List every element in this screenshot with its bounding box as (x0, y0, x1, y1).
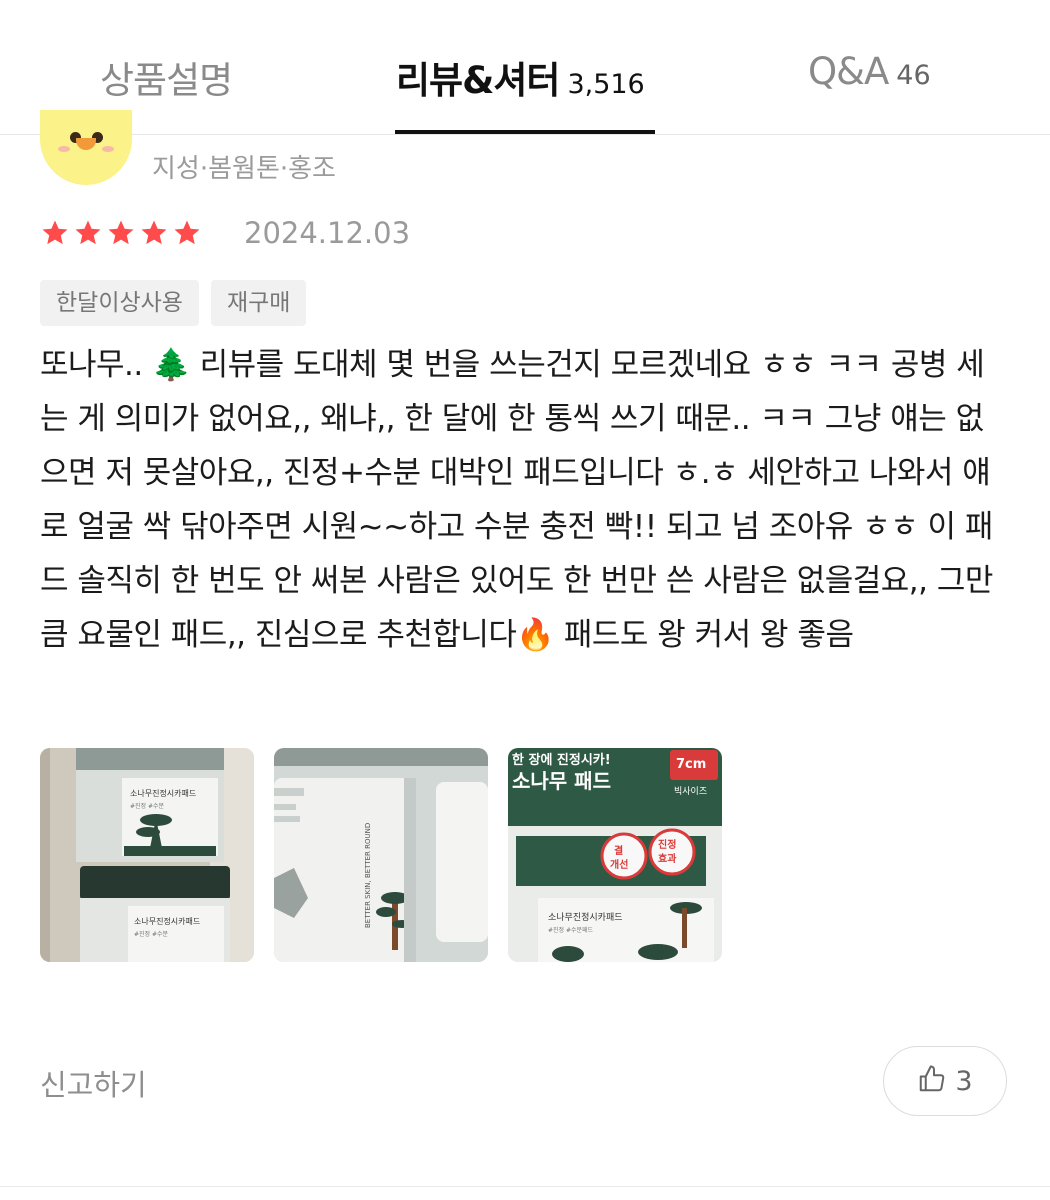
star-rating (40, 218, 202, 248)
tab-reviews[interactable]: 리뷰&셔터 3,516 (396, 50, 645, 102)
tab-count: 46 (896, 60, 931, 91)
box-product-name: 소나무 패드 (512, 769, 611, 793)
avatar-beak (76, 138, 96, 150)
tab-qa[interactable]: Q&A 46 (808, 50, 931, 102)
tab-product-description[interactable]: 상품설명 (100, 50, 233, 102)
box-circle-text: 개선 (610, 858, 628, 871)
star-icon (174, 220, 200, 245)
box-circle-text: 효과 (658, 852, 677, 865)
active-tab-indicator (395, 130, 655, 134)
box-label: 소나무진정시카패드 (548, 912, 623, 923)
tab-label: 리뷰&셔터 (396, 59, 560, 102)
like-button[interactable]: 3 (883, 1046, 1007, 1116)
tag-badge: 재구매 (210, 280, 307, 326)
tab-bar: 상품설명 리뷰&셔터 3,516 Q&A 46 (0, 0, 1050, 135)
jar-label: 소나무진정시카패드 (130, 788, 196, 798)
box-size-badge: 7cm (676, 757, 706, 772)
box-circle-text: 결 (614, 844, 623, 857)
review-date: 2024.12.03 (244, 216, 411, 250)
star-icon (75, 220, 101, 245)
jar-vertical-text: BETTER SKIN, BETTER ROUND (364, 823, 372, 928)
review-photo[interactable]: 한 장에 진정시카! 소나무 패드 7cm 빅사이즈 결 개선 진정 효과 소나… (508, 748, 722, 962)
jar-sublabel: #진정 #수분 (130, 802, 165, 810)
avatar[interactable] (40, 110, 132, 185)
tab-count: 3,516 (567, 69, 645, 100)
tab-label: 상품설명 (100, 59, 233, 102)
star-icon (141, 220, 167, 245)
review-tags: 한달이상사용 재구매 (40, 280, 307, 326)
review-photo[interactable]: BETTER SKIN, BETTER ROUND (274, 748, 488, 962)
jar-sublabel: #진정 #수분 (134, 930, 169, 938)
review-photos: 소나무진정시카패드 #진정 #수분 소나무진정시카패드 #진정 #수분 BETT… (40, 748, 722, 962)
box-banner: 한 장에 진정시카! (512, 752, 611, 768)
tab-label: Q&A (808, 50, 889, 93)
avatar-cheek (58, 146, 70, 152)
review-body: 또나무.. 🌲 리뷰를 도대체 몇 번을 쓰는건지 모르겠네요 ㅎㅎ ㅋㅋ 공병… (40, 347, 993, 653)
reviewer-skin-info: 지성·봄웜톤·홍조 (152, 154, 336, 184)
tag-badge: 한달이상사용 (40, 280, 199, 326)
box-circle-text: 진정 (658, 838, 676, 851)
avatar-cheek (102, 146, 114, 152)
divider (0, 1186, 1050, 1187)
box-sublabel: #진정 #수분패드 (548, 926, 594, 934)
report-link[interactable]: 신고하기 (40, 1062, 147, 1104)
star-icon (42, 220, 68, 245)
jar-label: 소나무진정시카패드 (134, 916, 200, 926)
box-size-sub: 빅사이즈 (674, 786, 707, 797)
thumbs-up-icon (917, 1064, 947, 1098)
star-icon (108, 220, 134, 245)
like-count: 3 (955, 1065, 973, 1097)
review-photo[interactable]: 소나무진정시카패드 #진정 #수분 소나무진정시카패드 #진정 #수분 (40, 748, 254, 962)
